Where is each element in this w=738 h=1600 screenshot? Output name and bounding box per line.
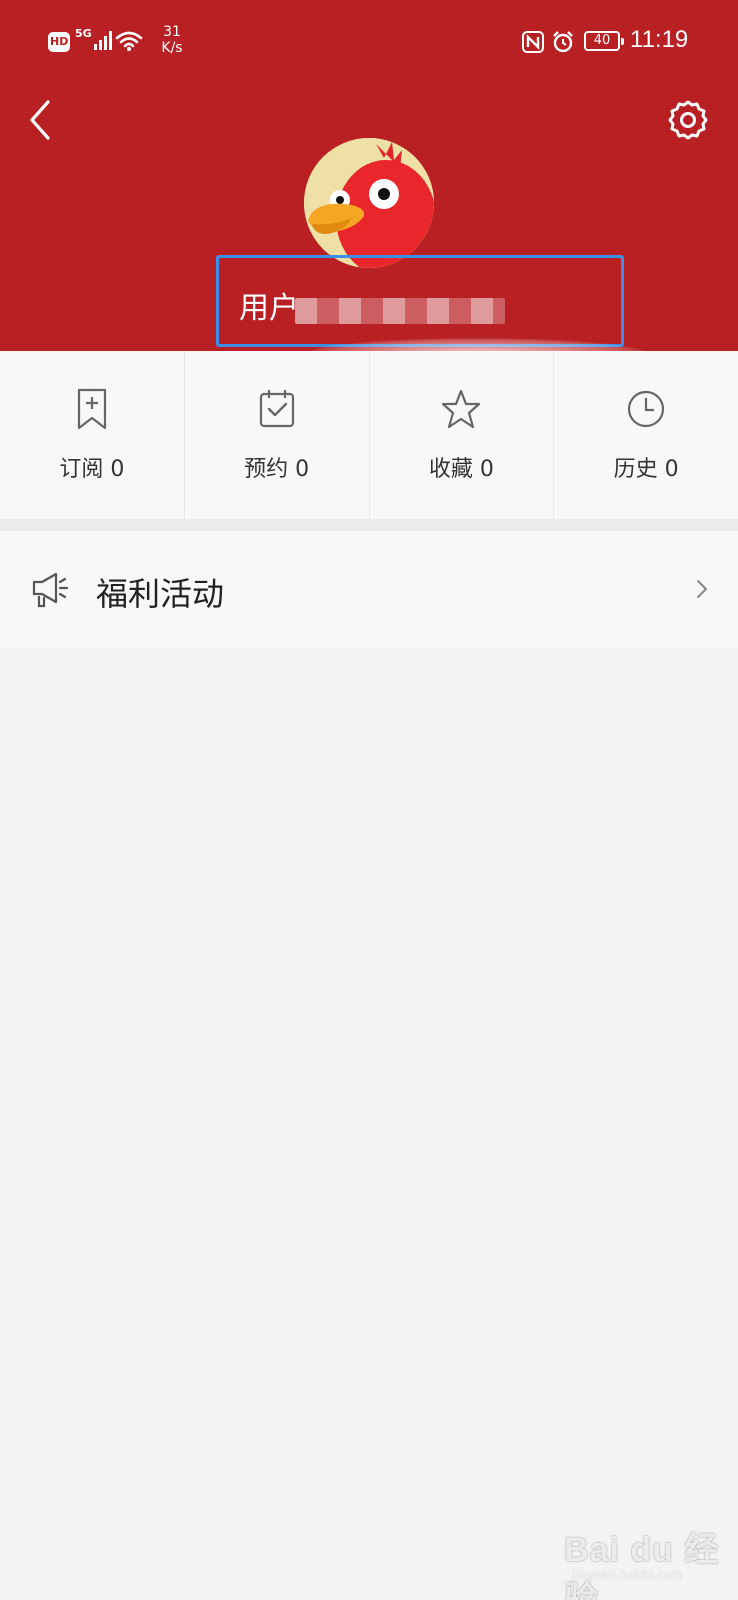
username-highlight-box[interactable]: 用户 [216,255,624,347]
stat-history[interactable]: 历史 0 [554,351,738,519]
stat-favorites-count: 0 [479,457,494,482]
stat-favorites[interactable]: 收藏 0 [370,351,555,519]
star-icon [442,389,481,429]
network-speed: 31 K/s [152,24,192,56]
section-divider [0,519,738,531]
profile-header: HD 5G 31 K/s 40 11:19 用户 [0,0,738,372]
gear-icon [668,100,708,140]
baidu-jingyan-watermark: Bai du 经验 jingyan.baidu.com [560,1518,730,1600]
clock-icon [628,390,665,428]
stats-row: 订阅 0 预约 0 收藏 0 历史 0 [0,351,738,519]
welfare-activities-label: 福利活动 [96,575,225,613]
hd-badge: HD [48,32,70,52]
stat-subscribe[interactable]: 订阅 0 [0,351,185,519]
stat-reservation[interactable]: 预约 0 [185,351,370,519]
back-button[interactable] [24,96,58,144]
welfare-activities-item[interactable]: 福利活动 [0,531,738,649]
stat-favorites-title: 收藏 [428,457,473,482]
parrot-avatar-image [304,138,434,268]
signal-icon [94,31,112,50]
stat-subscribe-label: 订阅 0 [0,451,184,483]
username-redacted [295,298,505,324]
wifi-icon [115,31,143,51]
stat-history-count: 0 [664,457,679,482]
avatar[interactable] [304,138,434,268]
nfc-icon [522,31,544,53]
calendar-check-icon [259,390,294,428]
stat-history-title: 历史 [613,457,658,482]
stat-subscribe-count: 0 [110,457,125,482]
stat-reservation-label: 预约 0 [185,451,369,483]
network-speed-value: 31 [163,24,181,40]
battery-indicator: 40 [584,31,624,51]
alarm-icon [553,31,573,53]
chevron-right-icon [697,580,707,598]
stat-reservation-title: 预约 [244,457,289,482]
stat-subscribe-title: 订阅 [59,457,104,482]
watermark-main-text: Bai du 经验 [564,1531,720,1600]
username-label: 用户 [239,291,299,326]
stat-favorites-label: 收藏 0 [370,451,554,483]
stat-reservation-count: 0 [295,457,310,482]
megaphone-icon [32,572,69,608]
clock-time: 11:19 [630,26,689,53]
settings-button[interactable] [666,98,710,142]
status-bar: HD 5G 31 K/s 40 11:19 [0,0,738,84]
network-speed-unit: K/s [161,40,183,56]
bookmark-plus-icon [77,388,106,430]
chevron-left-icon [30,100,50,140]
watermark-sub-text: jingyan.baidu.com [572,1568,683,1582]
stat-history-label: 历史 0 [554,451,738,483]
